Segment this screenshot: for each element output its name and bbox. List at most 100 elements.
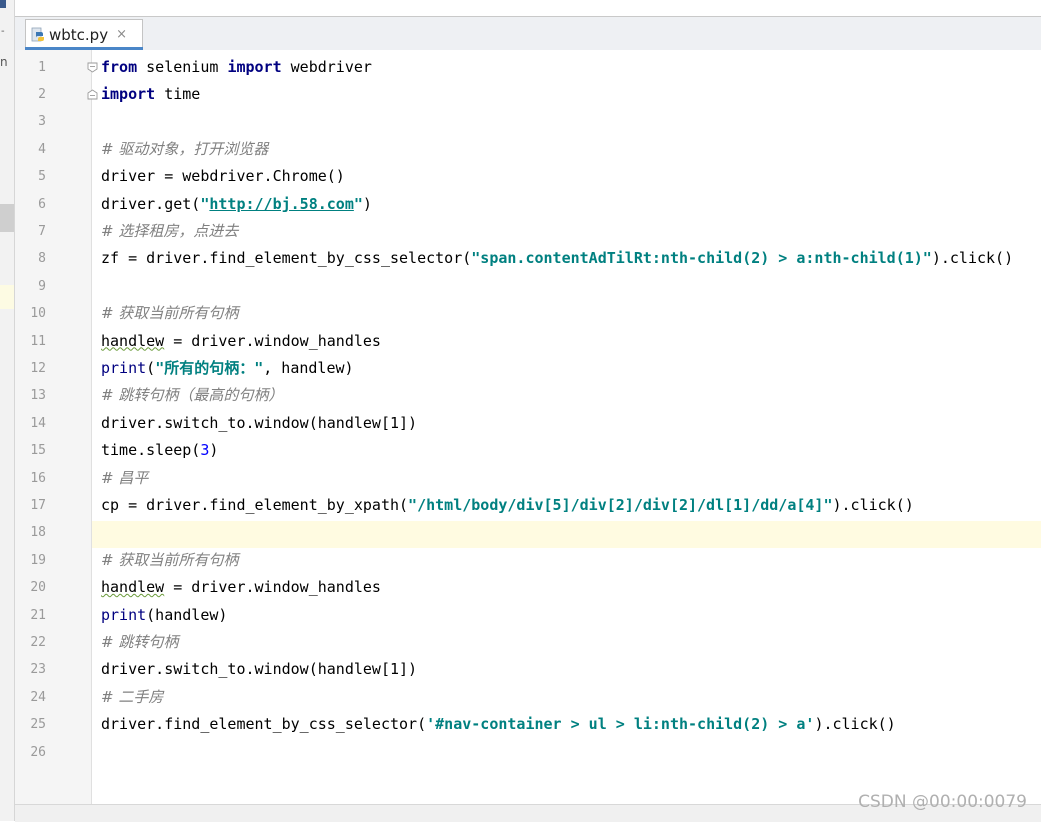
code-token: # 跳转句柄 (101, 632, 179, 651)
code-token: selenium (137, 57, 228, 76)
code-editor[interactable]: 1 2 3 4 5 6 7 8 9 10 11 12 13 14 15 16 17 18 19 20 21 22 23 24 2… (15, 50, 1041, 804)
line-number: 18 (30, 525, 46, 541)
code-token: handlew (101, 578, 165, 597)
code-line[interactable]: # 获取当前所有句柄 (101, 547, 238, 574)
code-token: "所有的句柄：" (155, 358, 264, 377)
watermark: CSDN @00:00:0079 (858, 792, 1027, 812)
code-token: " (353, 194, 363, 213)
strip-dash[interactable]: - (1, 27, 5, 37)
code-token: ).click() (832, 495, 914, 514)
code-line[interactable]: handlew = driver.window_handles (101, 328, 381, 355)
line-number: 25 (30, 717, 46, 733)
code-token: driver.switch_to.window(handlew[1]) (101, 413, 418, 432)
line-number: 7 (38, 223, 46, 239)
code-token: (handlew) (146, 605, 228, 624)
code-token: time.sleep( (101, 441, 201, 460)
editor-tab-bar: wbtc.py × (15, 16, 1041, 51)
code-line[interactable]: # 昌平 (101, 465, 148, 492)
code-line[interactable]: print(handlew) (101, 602, 227, 629)
code-token: # 选择租房，点进去 (101, 221, 239, 240)
line-number: 26 (30, 744, 46, 760)
code-token: '#nav-container > ul > li:nth-child(2) >… (426, 715, 815, 734)
strip-marker (0, 0, 6, 8)
code-token: # 获取当前所有句柄 (101, 304, 239, 323)
close-icon[interactable]: × (116, 27, 127, 42)
code-token: print (101, 605, 147, 624)
code-token: "/html/body/div[5]/div[2]/div[2]/dl[1]/d… (408, 495, 833, 514)
code-line[interactable]: print("所有的句柄：", handlew) (101, 355, 354, 382)
code-token: webdriver (281, 57, 372, 76)
line-number: 1 (38, 59, 46, 75)
code-token: http://bj.58.com (209, 194, 354, 213)
line-number: 24 (30, 689, 46, 705)
code-line[interactable]: driver.find_element_by_css_selector('#na… (101, 711, 896, 738)
code-token: driver.find_element_by_css_selector( (101, 715, 427, 734)
code-token: from (101, 57, 138, 76)
code-line[interactable]: import time (101, 81, 200, 108)
code-line[interactable]: # 跳转句柄（最高的句柄） (101, 382, 283, 409)
line-number: 23 (30, 662, 46, 678)
line-number: 15 (30, 443, 46, 459)
code-line[interactable]: # 选择租房，点进去 (101, 218, 238, 245)
code-line[interactable]: driver = webdriver.Chrome() (101, 163, 345, 190)
code-token: import (227, 57, 282, 76)
code-token: print (101, 358, 147, 377)
code-line[interactable]: # 跳转句柄 (101, 629, 178, 656)
line-number: 17 (30, 497, 46, 513)
code-token: ) (209, 441, 219, 460)
line-number: 10 (30, 306, 46, 322)
code-token: cp = driver.find_element_by_xpath( (101, 495, 409, 514)
line-number: 8 (38, 251, 46, 267)
code-token: # 二手房 (101, 687, 164, 706)
code-line[interactable]: from selenium import webdriver (101, 54, 372, 81)
fold-end-icon[interactable] (87, 89, 98, 100)
code-line[interactable]: time.sleep(3) (101, 437, 218, 464)
code-line[interactable]: zf = driver.find_element_by_css_selector… (101, 245, 1013, 272)
line-number: 19 (30, 552, 46, 568)
code-token: ) (362, 194, 372, 213)
line-number: 22 (30, 634, 46, 650)
line-number: 11 (30, 333, 46, 349)
code-line[interactable]: # 驱动对象，打开浏览器 (101, 136, 268, 163)
line-number: 5 (38, 169, 46, 185)
tool-window-strip: - n (0, 0, 15, 821)
line-number: 3 (38, 114, 46, 130)
line-number: 20 (30, 580, 46, 596)
current-line-highlight (15, 521, 1041, 548)
line-number: 12 (30, 360, 46, 376)
code-line[interactable]: driver.get("http://bj.58.com") (101, 191, 372, 218)
line-number: 16 (30, 470, 46, 486)
line-number: 9 (38, 278, 46, 294)
tab-filename: wbtc.py (49, 25, 109, 44)
line-number-gutter[interactable]: 1 2 3 4 5 6 7 8 9 10 11 12 13 14 15 16 17 18 19 20 21 22 23 24 2… (15, 50, 92, 804)
code-token: "span.contentAdTilRt:nth-child(2) > a:nt… (471, 249, 932, 268)
line-number: 6 (38, 196, 46, 212)
line-number: 13 (30, 388, 46, 404)
code-token: driver = webdriver.Chrome() (101, 167, 345, 186)
code-line[interactable]: driver.switch_to.window(handlew[1]) (101, 410, 417, 437)
code-token: , handlew) (263, 358, 354, 377)
code-line[interactable]: # 二手房 (101, 684, 163, 711)
code-token: # 获取当前所有句柄 (101, 550, 239, 569)
code-token: ( (146, 358, 156, 377)
code-line[interactable]: # 获取当前所有句柄 (101, 300, 238, 327)
strip-highlight (0, 285, 14, 309)
code-token: handlew (101, 331, 165, 350)
code-line[interactable]: cp = driver.find_element_by_xpath("/html… (101, 492, 914, 519)
fold-collapse-icon[interactable] (87, 62, 98, 73)
code-token: import (101, 84, 156, 103)
strip-letter: n (0, 55, 8, 69)
line-number: 4 (38, 141, 46, 157)
code-token: ).click() (814, 715, 896, 734)
code-token: # 跳转句柄（最高的句柄） (101, 386, 284, 405)
line-number: 21 (30, 607, 46, 623)
line-number: 14 (30, 415, 46, 431)
code-token: driver.get( (101, 194, 201, 213)
code-line[interactable]: driver.switch_to.window(handlew[1]) (101, 656, 417, 683)
tab-wbtc-py[interactable]: wbtc.py × (25, 19, 143, 49)
code-line[interactable]: handlew = driver.window_handles (101, 574, 381, 601)
line-number: 2 (38, 86, 46, 102)
code-token: = driver.window_handles (164, 331, 381, 350)
code-token: zf = driver.find_element_by_css_selector… (101, 249, 472, 268)
code-token: # 驱动对象，打开浏览器 (101, 139, 269, 158)
